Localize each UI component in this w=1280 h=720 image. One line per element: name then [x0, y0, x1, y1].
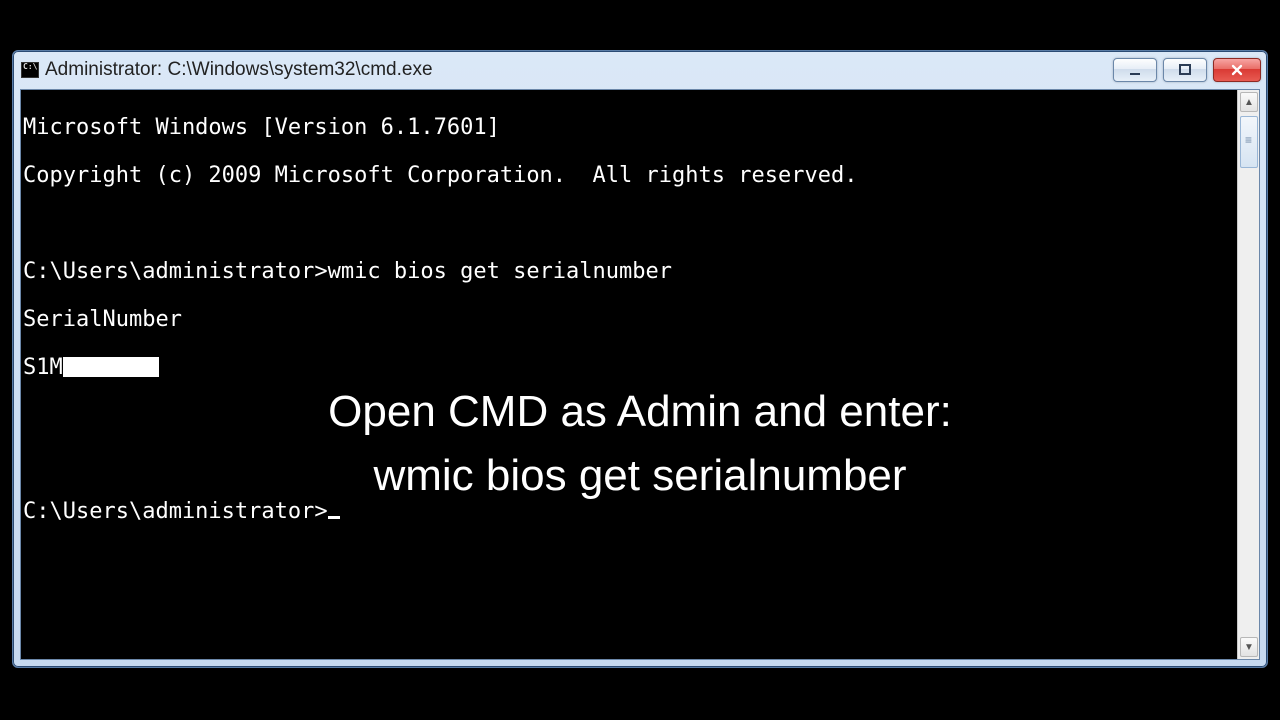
command-1: wmic bios get serialnumber	[328, 259, 672, 284]
banner-copyright: Copyright (c) 2009 Microsoft Corporation…	[23, 164, 1235, 188]
blank-line	[23, 212, 1235, 236]
banner-version: Microsoft Windows [Version 6.1.7601]	[23, 116, 1235, 140]
blank-line	[23, 452, 1235, 476]
blank-line	[23, 404, 1235, 428]
cursor-icon	[328, 516, 340, 519]
prompt-line-2: C:\Users\administrator>	[23, 500, 1235, 524]
scroll-thumb[interactable]	[1240, 116, 1258, 168]
client-area: Microsoft Windows [Version 6.1.7601] Cop…	[20, 89, 1260, 660]
prompt-1: C:\Users\administrator>	[23, 259, 328, 284]
scroll-down-arrow-icon[interactable]: ▼	[1240, 637, 1258, 657]
command-line-1: C:\Users\administrator>wmic bios get ser…	[23, 260, 1235, 284]
close-button[interactable]	[1213, 58, 1261, 82]
window-controls	[1113, 58, 1261, 82]
cmd-icon	[21, 62, 39, 78]
output-serial: S1M	[23, 356, 1235, 380]
serial-redacted	[63, 357, 159, 377]
scroll-up-arrow-icon[interactable]: ▲	[1240, 92, 1258, 112]
console-output[interactable]: Microsoft Windows [Version 6.1.7601] Cop…	[21, 90, 1237, 659]
minimize-button[interactable]	[1113, 58, 1157, 82]
titlebar[interactable]: Administrator: C:\Windows\system32\cmd.e…	[13, 51, 1267, 89]
serial-visible-part: S1M	[23, 355, 63, 380]
cmd-window: Administrator: C:\Windows\system32\cmd.e…	[12, 50, 1268, 668]
output-header: SerialNumber	[23, 308, 1235, 332]
prompt-2: C:\Users\administrator>	[23, 499, 328, 524]
vertical-scrollbar[interactable]: ▲ ▼	[1237, 90, 1259, 659]
maximize-button[interactable]	[1163, 58, 1207, 82]
window-title: Administrator: C:\Windows\system32\cmd.e…	[45, 59, 1113, 81]
